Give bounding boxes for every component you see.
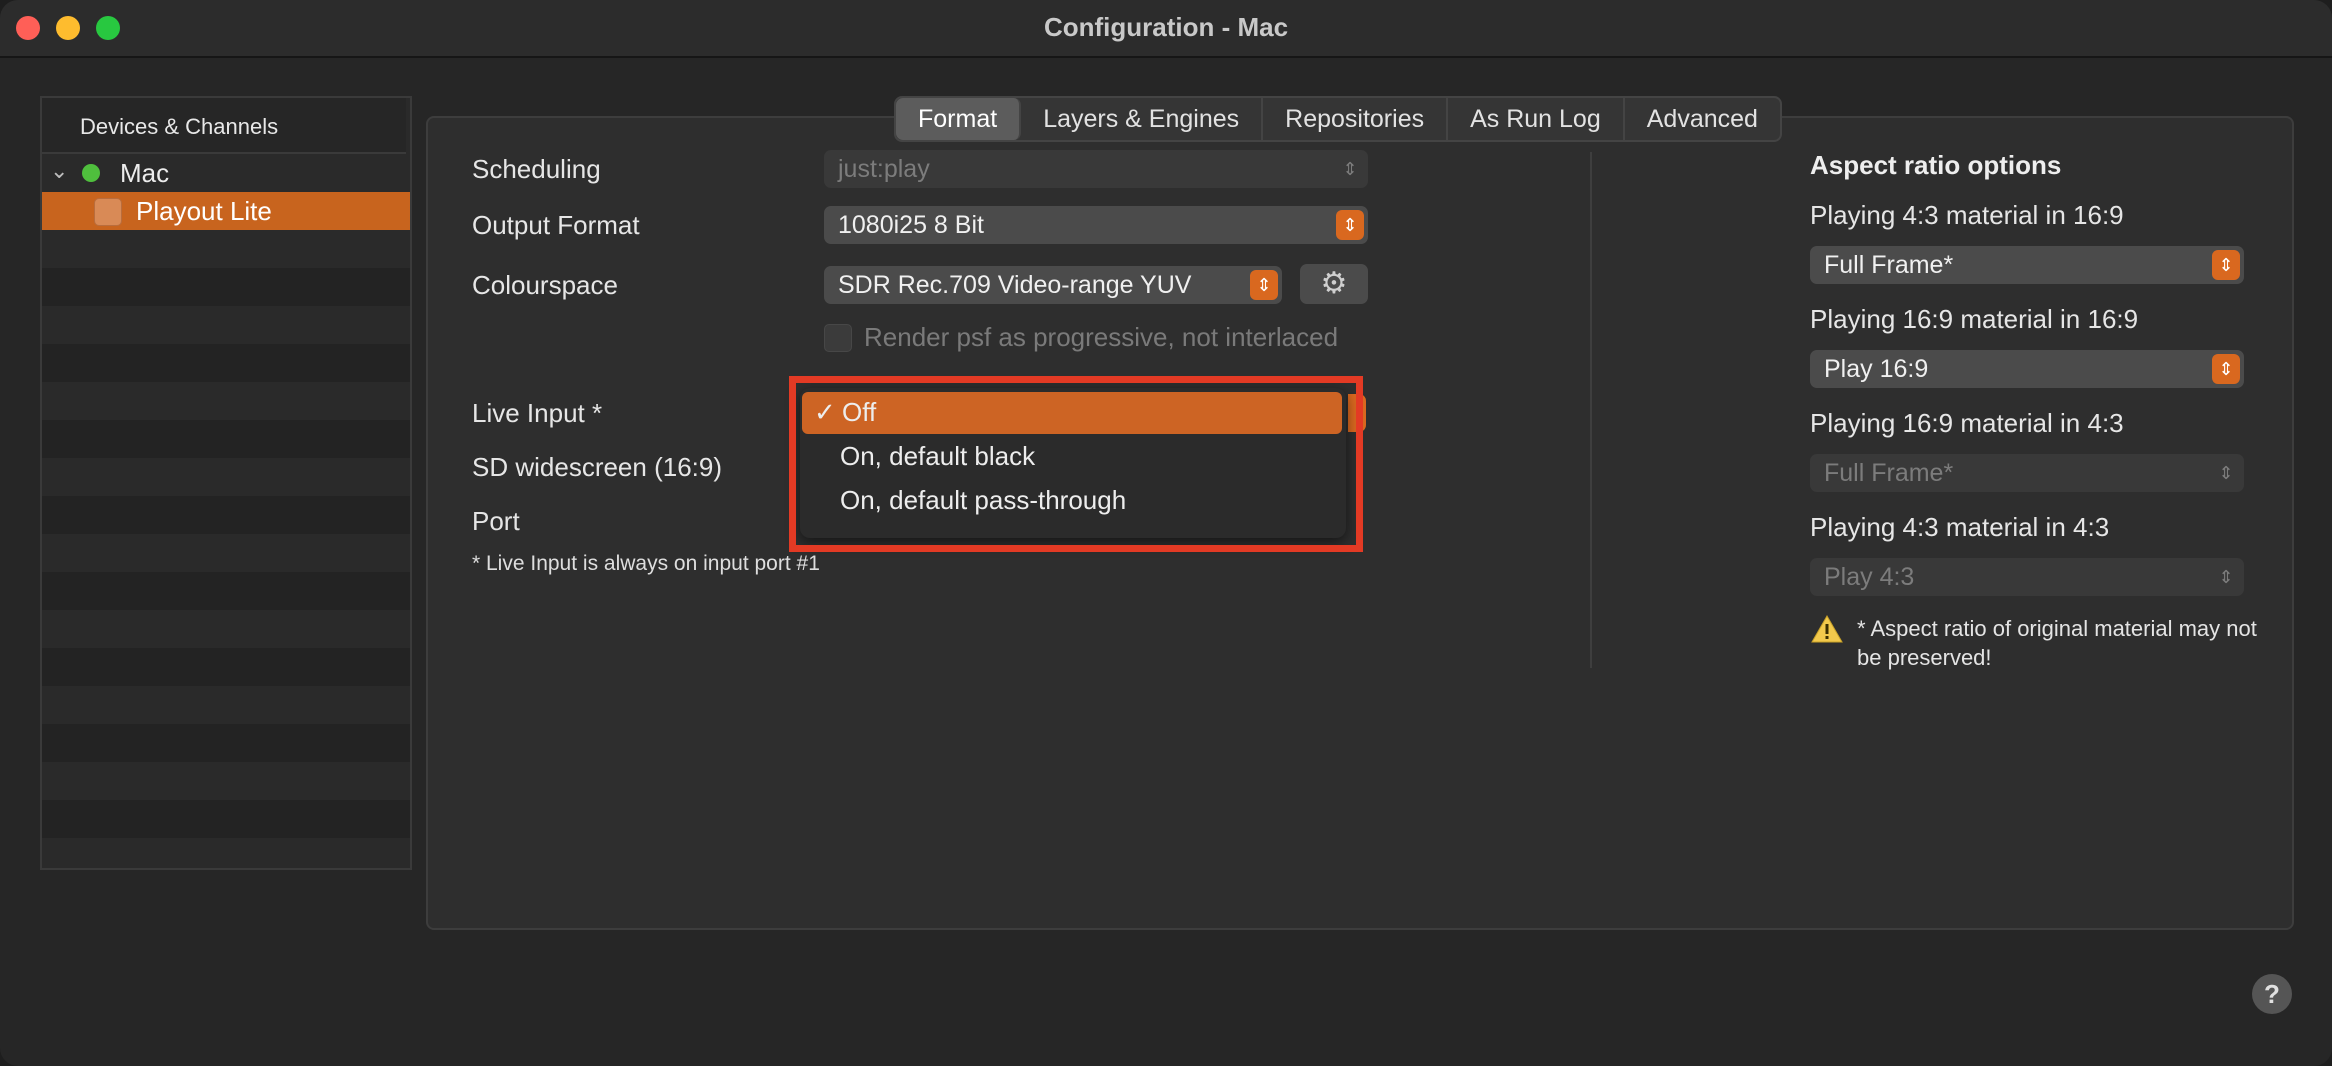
colourspace-settings-button[interactable]: ⚙ — [1300, 264, 1368, 304]
sidebar-empty-row — [42, 648, 410, 686]
sd-widescreen-label: SD widescreen (16:9) — [472, 452, 722, 482]
tab-bar: Format Layers & Engines Repositories As … — [894, 96, 1782, 142]
live-input-note: * Live Input is always on input port #1 — [472, 552, 820, 575]
aspect-label-16-9-in-16-9: Playing 16:9 material in 16:9 — [1810, 304, 2139, 334]
updown-chevron-icon: ⇕ — [1336, 210, 1364, 240]
device-label: Mac — [120, 158, 170, 188]
section-divider — [1590, 152, 1592, 668]
output-format-label: Output Format — [472, 210, 640, 240]
aspect-label-4-3-in-16-9: Playing 4:3 material in 16:9 — [1810, 200, 2124, 230]
sidebar-item-playout-lite[interactable]: Playout Lite — [42, 192, 410, 230]
aspect-select-16-9-in-16-9[interactable]: Play 16:9 ⇕ — [1810, 350, 2244, 388]
channel-icon — [94, 198, 122, 226]
sidebar-empty-row — [42, 572, 410, 610]
output-format-select[interactable]: 1080i25 8 Bit ⇕ — [824, 206, 1368, 244]
title-bar: Configuration - Mac — [0, 0, 2332, 58]
gear-icon: ⚙ — [1320, 267, 1348, 300]
sidebar-empty-row — [42, 724, 410, 762]
port-label: Port — [472, 506, 520, 536]
aspect-select-4-3-in-4-3: Play 4:3 ⇕ — [1810, 558, 2244, 596]
scheduling-label: Scheduling — [472, 154, 601, 184]
aspect-select-4-3-in-16-9[interactable]: Full Frame* ⇕ — [1810, 246, 2244, 284]
tab-advanced[interactable]: Advanced — [1625, 98, 1780, 140]
aspect-warning-text: * Aspect ratio of original material may … — [1857, 616, 2257, 670]
sidebar-empty-row — [42, 268, 410, 306]
updown-chevron-icon: ⇕ — [2212, 354, 2240, 384]
aspect-label-16-9-in-4-3: Playing 16:9 material in 4:3 — [1810, 408, 2124, 438]
sidebar-empty-row — [42, 800, 410, 838]
aspect-value: Full Frame* — [1824, 459, 1954, 487]
aspect-select-16-9-in-4-3: Full Frame* ⇕ — [1810, 454, 2244, 492]
updown-chevron-icon: ⇕ — [2218, 567, 2234, 587]
colourspace-label: Colourspace — [472, 270, 618, 300]
sidebar-item-mac[interactable]: ⌄ Mac — [42, 154, 410, 192]
tab-layers-engines[interactable]: Layers & Engines — [1021, 98, 1264, 140]
devices-sidebar: Devices & Channels ⌄ Mac Playout Lite — [40, 96, 412, 870]
tab-format[interactable]: Format — [896, 98, 1022, 140]
aspect-value: Full Frame* — [1824, 251, 1954, 279]
live-input-label: Live Input * — [472, 398, 603, 428]
scheduling-value: just:play — [838, 155, 930, 183]
sidebar-empty-row — [42, 344, 410, 382]
render-psf-label: Render psf as progressive, not interlace… — [864, 322, 1339, 352]
tab-as-run-log[interactable]: As Run Log — [1448, 98, 1625, 140]
highlight-annotation-box — [789, 376, 1363, 552]
output-format-value: 1080i25 8 Bit — [838, 211, 984, 239]
sidebar-header-label: Devices & Channels — [80, 114, 279, 139]
render-psf-checkbox — [824, 324, 852, 352]
channel-label: Playout Lite — [136, 196, 272, 226]
scheduling-select: just:play ⇕ — [824, 150, 1368, 188]
sidebar-empty-row — [42, 420, 410, 458]
updown-chevron-icon: ⇕ — [2218, 463, 2234, 483]
sidebar-header: Devices & Channels — [42, 98, 406, 154]
tab-repositories[interactable]: Repositories — [1263, 98, 1449, 140]
colourspace-value: SDR Rec.709 Video-range YUV — [838, 271, 1192, 299]
window-title: Configuration - Mac — [1043, 12, 1289, 42]
warning-icon — [1811, 614, 1843, 643]
chevron-down-icon[interactable]: ⌄ — [50, 158, 68, 184]
colourspace-select[interactable]: SDR Rec.709 Video-range YUV ⇕ — [824, 266, 1282, 304]
updown-chevron-icon: ⇕ — [1250, 270, 1278, 300]
configuration-window: Configuration - Mac Devices & Channels ⌄… — [0, 0, 2332, 1066]
aspect-value: Play 16:9 — [1824, 355, 1929, 383]
help-button[interactable]: ? — [2252, 974, 2292, 1014]
aspect-label-4-3-in-4-3: Playing 4:3 material in 4:3 — [1810, 512, 2110, 542]
status-dot-icon — [82, 164, 100, 182]
updown-chevron-icon: ⇕ — [2212, 250, 2240, 280]
sidebar-empty-row — [42, 496, 410, 534]
aspect-value: Play 4:3 — [1824, 563, 1915, 591]
updown-chevron-icon: ⇕ — [1342, 159, 1358, 179]
aspect-ratio-title: Aspect ratio options — [1810, 150, 2062, 180]
